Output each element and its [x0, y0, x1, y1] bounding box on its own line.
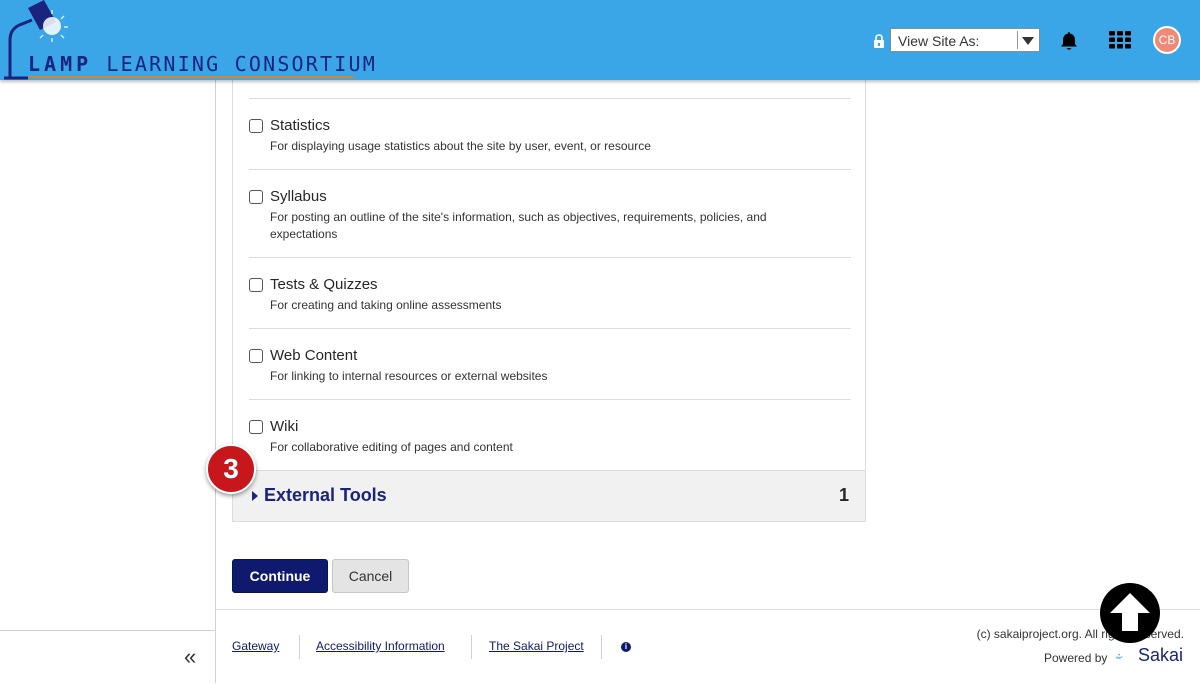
tool-checkbox-tests-quizzes[interactable]: [249, 278, 263, 292]
divider: [249, 328, 851, 329]
site-logo[interactable]: LAMP LEARNING CONSORTIUM: [0, 0, 375, 80]
logo-word-consortium: LEARNING CONSORTIUM: [106, 52, 378, 76]
bell-icon[interactable]: [1060, 31, 1078, 51]
footer-link-accessibility[interactable]: Accessibility Information: [316, 639, 445, 653]
cancel-button[interactable]: Cancel: [332, 559, 409, 593]
tool-description: For linking to internal resources or ext…: [270, 369, 548, 383]
tool-name[interactable]: Statistics: [270, 117, 330, 134]
step-badge: 3: [206, 444, 256, 494]
tool-description: For posting an outline of the site's inf…: [270, 210, 767, 241]
collapse-nav-bar[interactable]: «: [0, 630, 215, 684]
tool-description: For creating and taking online assessmen…: [270, 298, 502, 312]
scroll-to-top-arrow-icon: [1110, 593, 1150, 631]
tool-description: For displaying usage statistics about th…: [270, 139, 651, 153]
avatar[interactable]: CB: [1153, 26, 1181, 54]
collapse-double-chevron-icon[interactable]: «: [184, 646, 196, 668]
select-separator: [1017, 31, 1018, 49]
external-tools-toggle[interactable]: External Tools 1: [233, 470, 865, 521]
scroll-to-top-button[interactable]: [1100, 583, 1160, 643]
tool-list-panel: Statistics For displaying usage statisti…: [232, 60, 866, 522]
tool-checkbox-wiki[interactable]: [249, 420, 263, 434]
left-navigation: [0, 80, 216, 683]
footer-separator: [299, 635, 300, 659]
divider: [249, 257, 851, 258]
caret-right-icon: [252, 491, 258, 501]
info-icon[interactable]: i: [621, 642, 631, 652]
view-site-as-label: View Site As:: [898, 33, 980, 49]
tool-name[interactable]: Syllabus: [270, 188, 327, 205]
powered-by-text: Powered by: [1044, 651, 1108, 665]
tool-checkbox-syllabus[interactable]: [249, 190, 263, 204]
chevron-down-icon: [1022, 37, 1034, 45]
sakai-wave-icon: [1115, 653, 1123, 660]
footer-divider: [216, 609, 1200, 610]
tool-name[interactable]: Wiki: [270, 418, 298, 435]
tool-checkbox-statistics[interactable]: [249, 119, 263, 133]
tool-name[interactable]: Tests & Quizzes: [270, 276, 378, 293]
footer-separator: [601, 635, 602, 659]
divider: [249, 399, 851, 400]
footer-separator: [471, 635, 472, 659]
logo-underline: [28, 76, 354, 78]
tool-checkbox-web-content[interactable]: [249, 349, 263, 363]
external-tools-count: 1: [838, 485, 849, 505]
footer-link-gateway[interactable]: Gateway: [232, 639, 279, 653]
tool-description: For collaborative editing of pages and c…: [270, 440, 513, 454]
site-header: LAMP LEARNING CONSORTIUM View Site As: C…: [0, 0, 1200, 80]
footer-link-sakai-project[interactable]: The Sakai Project: [489, 639, 584, 653]
logo-word-lamp: LAMP: [28, 52, 93, 76]
lock-icon: [874, 34, 884, 48]
divider: [249, 169, 851, 170]
divider: [249, 98, 851, 99]
tool-name[interactable]: Web Content: [270, 347, 357, 364]
continue-button[interactable]: Continue: [232, 559, 328, 593]
view-site-as-select[interactable]: View Site As:: [890, 28, 1040, 52]
apps-grid-icon[interactable]: [1109, 31, 1131, 49]
sakai-logo-text: Sakai: [1138, 645, 1184, 665]
external-tools-title: External Tools: [264, 485, 387, 505]
